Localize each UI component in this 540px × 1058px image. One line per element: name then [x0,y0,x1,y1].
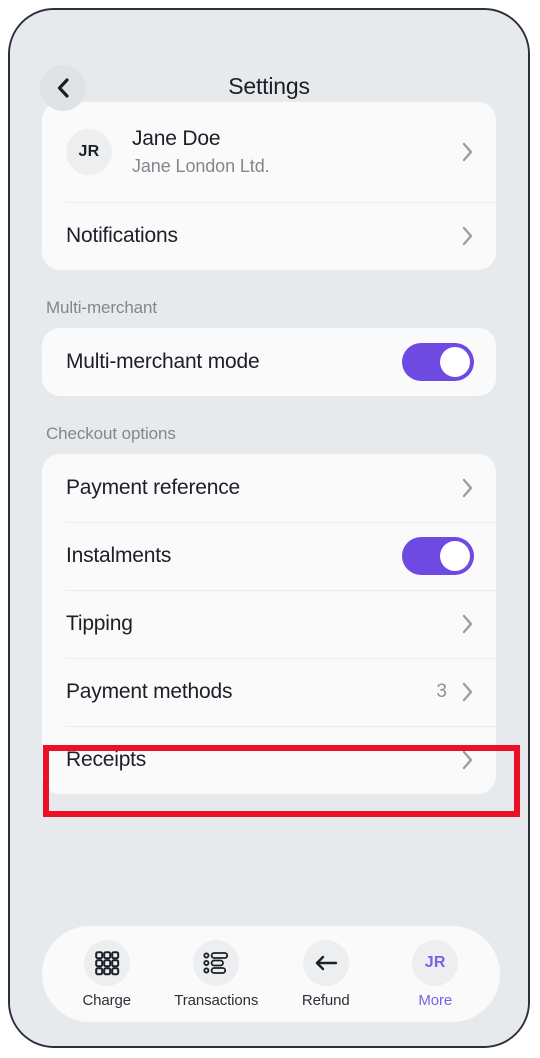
instalments-row[interactable]: Instalments [42,522,496,590]
chevron-right-icon [461,681,474,703]
multi-merchant-mode-row[interactable]: Multi-merchant mode [42,328,496,396]
section-heading-checkout-options: Checkout options [46,424,176,443]
avatar: JR [66,129,112,175]
section-heading-multi-merchant: Multi-merchant [46,298,158,317]
chevron-right-icon [461,477,474,499]
chevron-right-icon [461,749,474,771]
profile-company: Jane London Ltd. [132,155,270,176]
tipping-row[interactable]: Tipping [42,590,496,658]
tab-transactions[interactable]: Transactions [164,939,268,1009]
chevron-right-icon [461,141,474,163]
instalments-toggle[interactable] [402,537,474,575]
device-frame: Settings JR Jane Doe Jane London Ltd. No… [8,8,530,1048]
instalments-label: Instalments [66,544,172,567]
avatar-initials-icon: JR [412,939,459,986]
grid-icon [83,939,130,986]
payment-methods-count: 3 [436,681,447,702]
chevron-right-icon [461,225,474,247]
payment-methods-row[interactable]: Payment methods 3 [42,658,496,726]
profile-row[interactable]: JR Jane Doe Jane London Ltd. [42,102,496,202]
tab-label-refund: Refund [301,991,350,1009]
tab-label-charge: Charge [82,991,132,1009]
arrow-left-icon [302,939,349,986]
tipping-label: Tipping [66,612,133,635]
toggle-knob [440,541,470,571]
list-icon [193,939,240,986]
account-card: JR Jane Doe Jane London Ltd. Notificatio… [42,102,496,270]
chevron-right-icon [461,613,474,635]
receipts-row[interactable]: Receipts [42,726,496,794]
payment-reference-label: Payment reference [66,476,241,499]
header: Settings [10,10,528,111]
multi-merchant-mode-toggle[interactable] [402,343,474,381]
bottom-tab-bar: Charge Transactions Refund JR More [42,926,500,1022]
profile-text: Jane Doe Jane London Ltd. [132,126,461,179]
multi-merchant-card: Multi-merchant mode [42,328,496,396]
tab-label-transactions: Transactions [174,991,259,1009]
toggle-knob [440,347,470,377]
tab-more[interactable]: JR More [383,939,487,1009]
tab-label-more: More [418,991,453,1009]
receipts-label: Receipts [66,748,147,771]
multi-merchant-mode-label: Multi-merchant mode [66,350,260,373]
checkout-options-card: Payment reference Instalments Tipping Pa… [42,454,496,794]
app-screen: Settings JR Jane Doe Jane London Ltd. No… [10,10,528,1046]
tab-charge[interactable]: Charge [55,939,159,1009]
payment-reference-row[interactable]: Payment reference [42,454,496,522]
page-title: Settings [228,73,310,99]
payment-methods-label: Payment methods [66,680,233,703]
notifications-label: Notifications [66,224,178,247]
notifications-row[interactable]: Notifications [42,202,496,270]
profile-name: Jane Doe [132,126,221,150]
tab-refund[interactable]: Refund [274,939,378,1009]
